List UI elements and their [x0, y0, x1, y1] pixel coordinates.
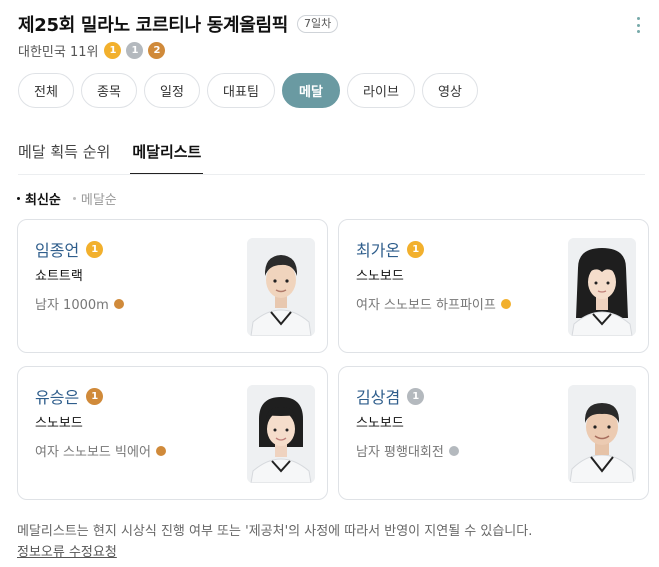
- sport-name: 쇼트트랙: [35, 269, 83, 284]
- tab-all[interactable]: 전체: [18, 73, 74, 108]
- medalist-card[interactable]: 김상겸 1 스노보드 남자 평행대회전: [338, 366, 649, 500]
- day-badge: 7일차: [297, 15, 339, 33]
- medalist-card[interactable]: 임종언 1 쇼트트랙 남자 1000m: [17, 219, 328, 353]
- main-tabs: 전체 종목 일정 대표팀 메달 라이브 영상: [18, 73, 478, 108]
- sort-medal[interactable]: 메달순: [72, 189, 117, 208]
- medalist-card[interactable]: 최가온 1 스노보드 여자 스노보드 하프파이프: [338, 219, 649, 353]
- athlete-name[interactable]: 김상겸: [356, 384, 400, 408]
- sort-medal-label: 메달순: [80, 193, 117, 208]
- athlete-name[interactable]: 최가온: [356, 237, 400, 261]
- event-row: 남자 평행대회전: [356, 441, 459, 460]
- sport-name: 스노보드: [356, 416, 404, 431]
- sport-name: 스노보드: [35, 416, 83, 431]
- athlete-name[interactable]: 유승은: [35, 384, 79, 408]
- medal-badge: 1: [407, 387, 425, 405]
- sub-tabs: 메달 획득 순위 메달리스트: [18, 131, 223, 175]
- medal-badge: 1: [86, 387, 104, 405]
- athlete-photo[interactable]: [247, 385, 315, 483]
- sort-latest[interactable]: 최신순: [17, 189, 61, 208]
- header: 제25회 밀라노 코르티나 동계올림픽 7일차 대한민국 11위 1 1 2: [18, 12, 645, 60]
- silver-medal-count: 1: [126, 41, 144, 59]
- medal-badge: 1: [86, 240, 104, 258]
- name-row: 김상겸 1: [356, 384, 429, 408]
- medalist-notice: 메달리스트는 현지 시상식 진행 여부 또는 '제공처'의 사정에 따라서 반영…: [17, 524, 533, 539]
- sort-bullet: [72, 197, 76, 200]
- subtab-medal-ranking[interactable]: 메달 획득 순위: [18, 131, 110, 175]
- tab-live[interactable]: 라이브: [347, 73, 415, 108]
- event-name: 여자 스노보드 하프파이프: [356, 298, 496, 313]
- sort-bullet: [17, 197, 20, 200]
- tab-video[interactable]: 영상: [422, 73, 478, 108]
- event-medal-dot: [448, 445, 459, 456]
- sort-options: 최신순 메달순: [17, 189, 129, 208]
- sport-name: 스노보드: [356, 269, 404, 284]
- subtab-divider: [18, 174, 645, 175]
- event-row: 남자 1000m: [35, 294, 124, 313]
- name-row: 최가온 1: [356, 237, 429, 261]
- tab-schedule[interactable]: 일정: [144, 73, 200, 108]
- gold-medal-count: 1: [104, 41, 122, 59]
- event-row: 여자 스노보드 하프파이프: [356, 294, 511, 313]
- athlete-photo[interactable]: [568, 238, 636, 336]
- event-row: 여자 스노보드 빅에어: [35, 441, 166, 460]
- country-rank-row: 대한민국 11위 1 1 2: [18, 40, 645, 60]
- medalist-card[interactable]: 유승은 1 스노보드 여자 스노보드 빅에어: [17, 366, 328, 500]
- sort-latest-label: 최신순: [25, 193, 61, 208]
- title-row: 제25회 밀라노 코르티나 동계올림픽 7일차: [18, 12, 645, 36]
- event-name: 여자 스노보드 빅에어: [35, 445, 151, 460]
- subtab-medalists[interactable]: 메달리스트: [130, 131, 204, 175]
- athlete-name[interactable]: 임종언: [35, 237, 79, 261]
- page-title: 제25회 밀라노 코르티나 동계올림픽: [18, 15, 288, 36]
- name-row: 임종언 1: [35, 237, 108, 261]
- more-options-icon[interactable]: [631, 16, 645, 34]
- event-medal-dot: [113, 298, 124, 309]
- tab-national-team[interactable]: 대표팀: [207, 73, 275, 108]
- event-medal-dot: [500, 298, 511, 309]
- bronze-medal-count: 2: [148, 41, 166, 59]
- event-name: 남자 평행대회전: [356, 445, 444, 460]
- report-error-link[interactable]: 정보오류 수정요청: [17, 541, 117, 560]
- event-medal-dot: [155, 445, 166, 456]
- medal-badge: 1: [407, 240, 425, 258]
- name-row: 유승은 1: [35, 384, 108, 408]
- athlete-photo[interactable]: [247, 238, 315, 336]
- event-name: 남자 1000m: [35, 298, 109, 313]
- athlete-photo[interactable]: [568, 385, 636, 483]
- tab-medals[interactable]: 메달: [282, 73, 340, 108]
- tab-sports[interactable]: 종목: [81, 73, 137, 108]
- country-rank: 대한민국 11위: [18, 44, 99, 60]
